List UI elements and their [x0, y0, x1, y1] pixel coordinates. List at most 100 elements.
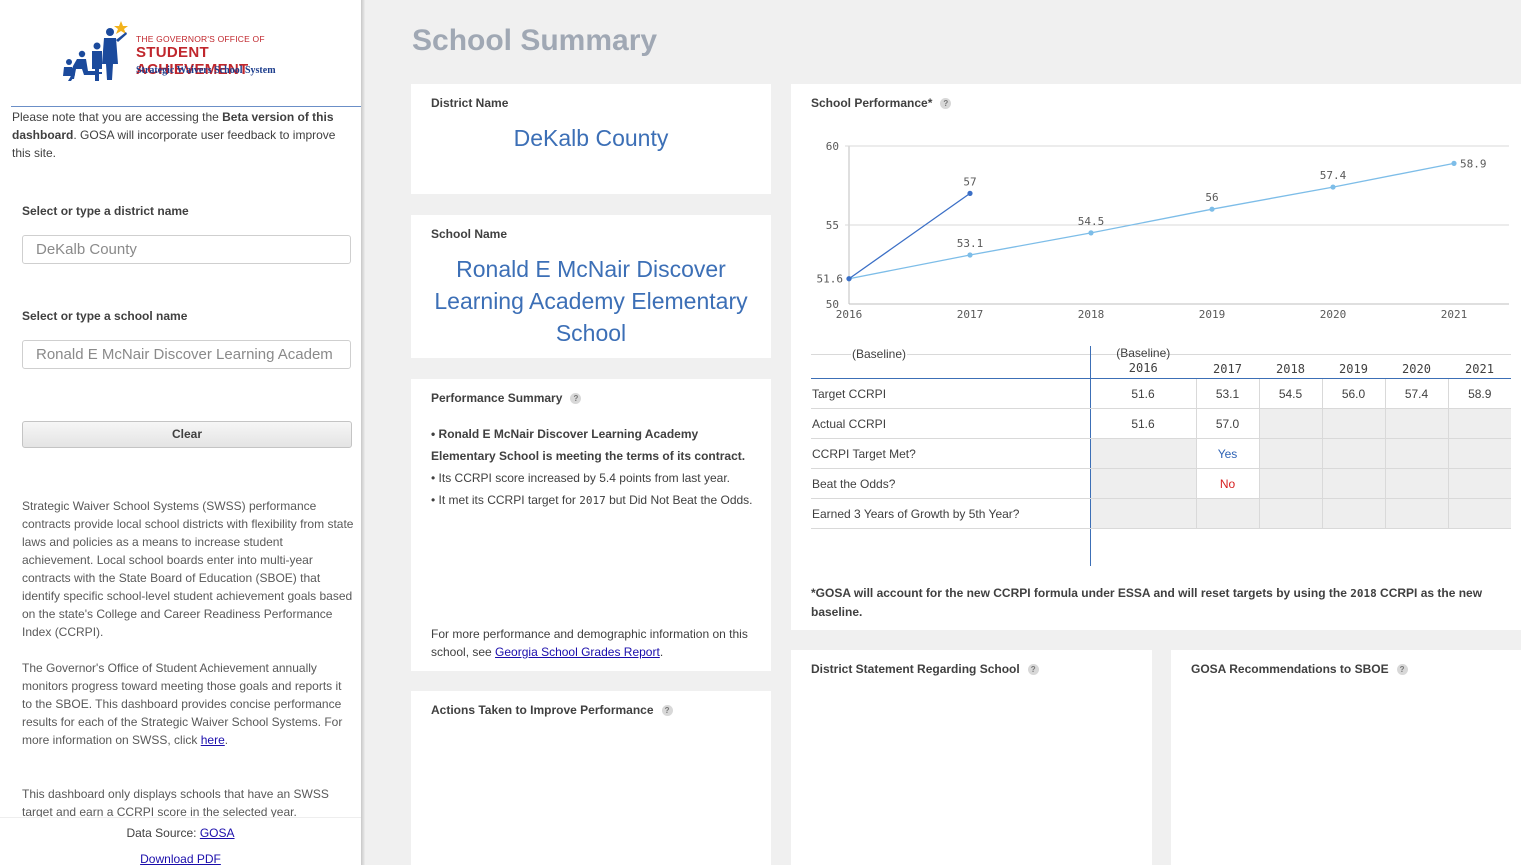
table-cell: 57.0: [1195, 408, 1259, 439]
row-label: CCRPI Target Met?: [811, 438, 1090, 469]
district-name-panel: District Name DeKalb County: [411, 84, 771, 194]
help-icon[interactable]: ?: [570, 393, 582, 405]
table-cell: 57.4: [1384, 378, 1448, 409]
table-cell: [1447, 438, 1511, 469]
table-cell: [1447, 468, 1511, 499]
table-cell: [1447, 408, 1511, 439]
table-cell: [1321, 468, 1385, 499]
y-tick-label: 55: [826, 219, 839, 232]
column-header: (Baseline) 2016: [1089, 346, 1196, 379]
table-cell: Yes: [1195, 438, 1259, 469]
actions-title: Actions Taken to Improve Performance: [431, 703, 654, 717]
data-label: 57.4: [1320, 169, 1347, 182]
help-icon[interactable]: ?: [661, 705, 673, 717]
data-point: [1330, 184, 1336, 190]
data-point: [1209, 206, 1215, 212]
gosa-description: The Governor's Office of Student Achieve…: [22, 661, 343, 747]
column-header: 2018: [1259, 346, 1322, 379]
data-point: [846, 276, 852, 282]
table-cell: 51.6: [1089, 378, 1196, 409]
x-tick-label: 2020: [1320, 308, 1347, 321]
performance-summary-list: • Ronald E McNair Discover Learning Acad…: [431, 423, 761, 512]
district-statement-title: District Statement Regarding School: [811, 662, 1020, 676]
district-search-input[interactable]: DeKalb County: [22, 235, 351, 264]
data-source-label: Data Source:: [126, 826, 200, 840]
download-row: Download PDF: [0, 852, 361, 865]
table-cell: [1321, 408, 1385, 439]
table-cell: [1384, 438, 1448, 469]
table-cell: [1089, 498, 1196, 529]
performance-summary-panel: Performance Summary? • Ronald E McNair D…: [411, 379, 771, 671]
sidebar-footer: Data Source: GOSA Download PDF: [0, 817, 361, 865]
table-cell: 56.0: [1321, 378, 1385, 409]
row-label: Actual CCRPI: [811, 408, 1090, 439]
gosa-logo: THE GOVERNOR'S OFFICE OF STUDENT ACHIEVE…: [60, 20, 320, 84]
data-point: [967, 190, 973, 196]
table-cell: 58.9: [1447, 378, 1511, 409]
swss-info-link[interactable]: here: [201, 733, 225, 747]
logo-line3: Strategic Waivers School System: [136, 65, 276, 76]
table-row: Actual CCRPI 51.6 57.0: [811, 408, 1511, 439]
data-point: [1088, 230, 1094, 236]
table-cell: 51.6: [1089, 408, 1196, 439]
district-name-value: DeKalb County: [513, 125, 669, 151]
table-cell: [1321, 438, 1385, 469]
more-info-end: .: [659, 645, 664, 659]
summary-bullet-year: 2017: [579, 494, 606, 507]
table-cell: [1258, 498, 1322, 529]
table-cell: [1384, 468, 1448, 499]
footnote-year: 2018: [1350, 587, 1377, 600]
summary-bullet: • Its CCRPI score increased by 5.4 point…: [431, 471, 730, 485]
school-performance-panel: School Performance*? 50 55 60 2016 2017 2018 2…: [791, 84, 1521, 630]
download-pdf-link[interactable]: Download PDF: [140, 852, 221, 865]
series-line: [848, 162, 1455, 280]
y-tick-label: 60: [826, 140, 839, 153]
data-point: [967, 252, 973, 258]
table-cell: [1258, 408, 1322, 439]
summary-bullet-text: but Did Not Beat the Odds.: [605, 493, 753, 507]
row-label: Target CCRPI: [811, 378, 1090, 409]
logo-line1: THE GOVERNOR'S OFFICE OF: [136, 34, 265, 44]
performance-summary-title: Performance Summary: [431, 391, 563, 405]
summary-bullet: • It met its CCRPI target for 2017 but D…: [431, 489, 761, 512]
district-statement-header: District Statement Regarding School?: [811, 662, 1039, 676]
help-icon[interactable]: ?: [1396, 664, 1408, 676]
x-tick-label: 2018: [1078, 308, 1105, 321]
series-line: [848, 192, 971, 280]
district-statement-panel: District Statement Regarding School?: [791, 650, 1152, 865]
data-source-link[interactable]: GOSA: [200, 826, 235, 840]
school-select-label: Select or type a school name: [22, 309, 188, 323]
gosa-description-text: The Governor's Office of Student Achieve…: [22, 661, 343, 747]
gosa-recommendations-title: GOSA Recommendations to SBOE: [1191, 662, 1389, 676]
column-header: 2017: [1196, 346, 1259, 379]
beta-note-prefix: Please note that you are accessing the: [12, 110, 223, 124]
row-label: Beat the Odds?: [811, 468, 1090, 499]
data-label: 57: [963, 175, 976, 188]
dashboard-note: This dashboard only displays schools tha…: [22, 787, 329, 819]
column-header: 2019: [1322, 346, 1385, 379]
swss-description: Strategic Waiver School Systems (SWSS) p…: [22, 499, 354, 639]
performance-summary-header: Performance Summary?: [431, 391, 582, 405]
table-cell: [1321, 498, 1385, 529]
table-cell: 53.1: [1195, 378, 1259, 409]
table-cell: [1089, 468, 1196, 499]
performance-line-chart: 5055602016 2017 2018 2019 2020 2021 51.653.15…: [817, 140, 1509, 321]
actions-panel: Actions Taken to Improve Performance?: [411, 691, 771, 865]
school-grades-report-link[interactable]: Georgia School Grades Report: [495, 645, 660, 659]
help-icon[interactable]: ?: [1027, 664, 1039, 676]
x-tick-label: 2019: [1199, 308, 1226, 321]
clear-button[interactable]: Clear: [22, 421, 352, 448]
summary-bullet: • Ronald E McNair Discover Learning Acad…: [431, 427, 746, 463]
students-logo-icon: [63, 21, 128, 81]
x-tick-label: 2021: [1441, 308, 1468, 321]
data-label: 53.1: [957, 237, 984, 250]
data-label: 58.9: [1460, 157, 1487, 170]
table-cell: [1447, 498, 1511, 529]
x-tick-label: 2016: [836, 308, 863, 321]
table-cell: [1258, 468, 1322, 499]
actions-header: Actions Taken to Improve Performance?: [431, 703, 673, 717]
table-row: CCRPI Target Met? Yes: [811, 438, 1511, 469]
school-name-title: School Name: [431, 227, 508, 241]
school-search-input[interactable]: Ronald E McNair Discover Learning Academ: [22, 340, 351, 369]
x-tick-label: 2017: [957, 308, 984, 321]
